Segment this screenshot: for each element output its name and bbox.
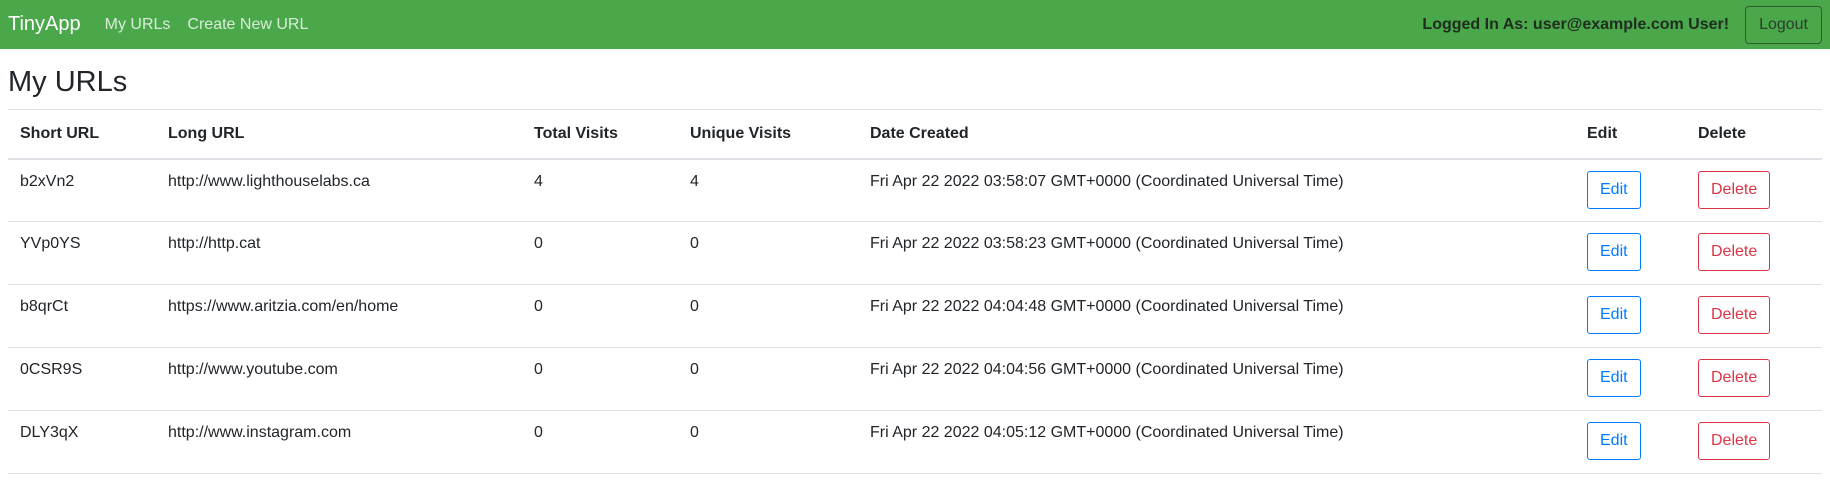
table-row: DLY3qX http://www.instagram.com 0 0 Fri … <box>8 410 1822 474</box>
date-created-cell: Fri Apr 22 2022 03:58:23 GMT+0000 (Coord… <box>858 221 1575 285</box>
header-row: Short URL Long URL Total Visits Unique V… <box>8 109 1822 160</box>
long-url-cell: https://www.aritzia.com/en/home <box>156 284 522 348</box>
nav-left: TinyApp My URLs Create New URL <box>8 13 325 36</box>
header-edit: Edit <box>1575 109 1686 160</box>
edit-button[interactable]: Edit <box>1587 422 1641 460</box>
unique-visits-cell: 0 <box>678 221 858 285</box>
header-unique-visits: Unique Visits <box>678 109 858 160</box>
edit-cell: Edit <box>1575 221 1686 285</box>
total-visits-cell: 4 <box>522 158 678 222</box>
date-created-cell: Fri Apr 22 2022 03:58:07 GMT+0000 (Coord… <box>858 158 1575 222</box>
delete-button[interactable]: Delete <box>1698 422 1771 460</box>
date-created-cell: Fri Apr 22 2022 04:05:12 GMT+0000 (Coord… <box>858 410 1575 474</box>
date-created-cell: Fri Apr 22 2022 04:04:48 GMT+0000 (Coord… <box>858 284 1575 348</box>
header-total-visits: Total Visits <box>522 109 678 160</box>
header-delete: Delete <box>1686 109 1822 160</box>
table-body: b2xVn2 http://www.lighthouselabs.ca 4 4 … <box>8 158 1822 474</box>
logout-button[interactable]: Logout <box>1745 5 1822 44</box>
header-long-url: Long URL <box>156 109 522 160</box>
table-row: 0CSR9S http://www.youtube.com 0 0 Fri Ap… <box>8 347 1822 411</box>
short-url-cell: DLY3qX <box>8 410 156 474</box>
total-visits-cell: 0 <box>522 347 678 411</box>
logged-in-status: Logged In As: user@example.com User! <box>1422 15 1730 33</box>
short-url-cell: b8qrCt <box>8 284 156 348</box>
short-url-cell: YVp0YS <box>8 221 156 285</box>
unique-visits-cell: 0 <box>678 284 858 348</box>
table-row: b2xVn2 http://www.lighthouselabs.ca 4 4 … <box>8 158 1822 222</box>
unique-visits-cell: 0 <box>678 410 858 474</box>
table-row: YVp0YS http://http.cat 0 0 Fri Apr 22 20… <box>8 221 1822 285</box>
page-title: My URLs <box>8 66 128 98</box>
brand-link[interactable]: TinyApp <box>8 13 81 36</box>
short-url-cell: b2xVn2 <box>8 158 156 222</box>
table-header: Short URL Long URL Total Visits Unique V… <box>8 109 1822 160</box>
unique-visits-cell: 0 <box>678 347 858 411</box>
delete-cell: Delete <box>1686 410 1822 474</box>
header-date-created: Date Created <box>858 109 1575 160</box>
unique-visits-cell: 4 <box>678 158 858 222</box>
long-url-cell: http://www.instagram.com <box>156 410 522 474</box>
header-short-url: Short URL <box>8 109 156 160</box>
edit-cell: Edit <box>1575 158 1686 222</box>
urls-table: Short URL Long URL Total Visits Unique V… <box>8 109 1822 474</box>
date-created-cell: Fri Apr 22 2022 04:04:56 GMT+0000 (Coord… <box>858 347 1575 411</box>
long-url-cell: http://www.youtube.com <box>156 347 522 411</box>
edit-cell: Edit <box>1575 410 1686 474</box>
delete-cell: Delete <box>1686 158 1822 222</box>
edit-cell: Edit <box>1575 347 1686 411</box>
delete-cell: Delete <box>1686 284 1822 348</box>
delete-button[interactable]: Delete <box>1698 296 1771 334</box>
nav-right: Logged In As: user@example.com User! Log… <box>1422 5 1822 44</box>
short-url-cell: 0CSR9S <box>8 347 156 411</box>
delete-cell: Delete <box>1686 221 1822 285</box>
edit-button[interactable]: Edit <box>1587 359 1641 397</box>
nav-link-my-urls[interactable]: My URLs <box>105 16 171 34</box>
total-visits-cell: 0 <box>522 284 678 348</box>
total-visits-cell: 0 <box>522 410 678 474</box>
delete-button[interactable]: Delete <box>1698 359 1771 397</box>
top-navbar: TinyApp My URLs Create New URL Logged In… <box>0 0 1830 49</box>
delete-button[interactable]: Delete <box>1698 233 1771 271</box>
edit-button[interactable]: Edit <box>1587 170 1641 209</box>
edit-button[interactable]: Edit <box>1587 296 1641 334</box>
long-url-cell: http://www.lighthouselabs.ca <box>156 158 522 222</box>
total-visits-cell: 0 <box>522 221 678 285</box>
delete-cell: Delete <box>1686 347 1822 411</box>
long-url-cell: http://http.cat <box>156 221 522 285</box>
nav-link-create-new-url[interactable]: Create New URL <box>187 16 308 34</box>
table-row: b8qrCt https://www.aritzia.com/en/home 0… <box>8 284 1822 348</box>
edit-cell: Edit <box>1575 284 1686 348</box>
edit-button[interactable]: Edit <box>1587 233 1641 271</box>
delete-button[interactable]: Delete <box>1698 170 1771 209</box>
